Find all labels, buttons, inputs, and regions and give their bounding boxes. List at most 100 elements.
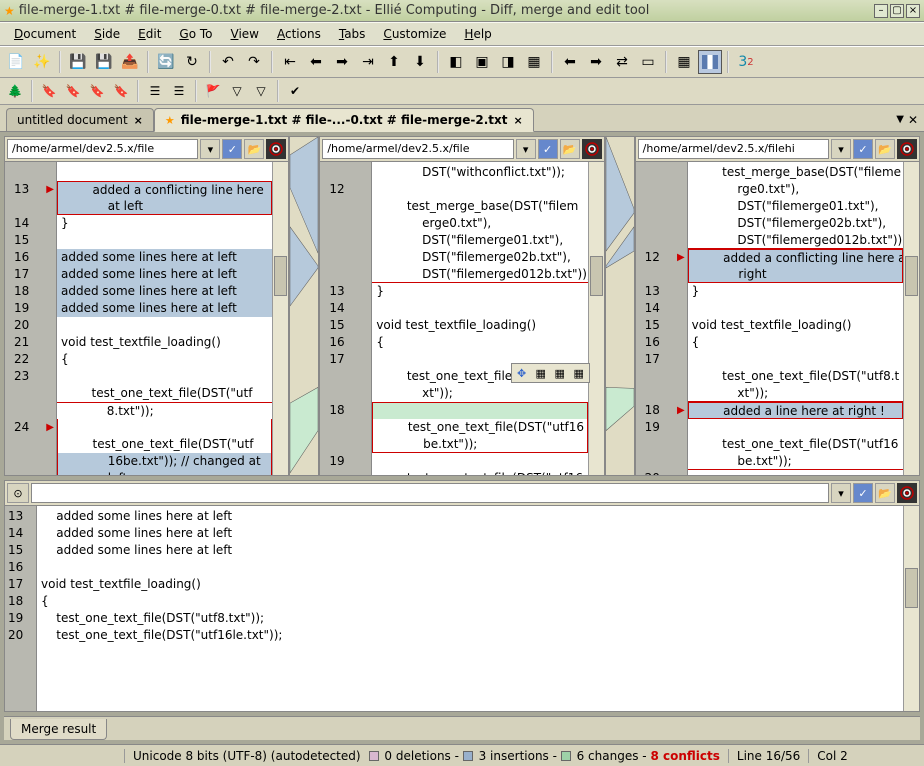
- code-line[interactable]: test_one_text_file(DST("utf16le.txt"));: [37, 627, 903, 644]
- code-line[interactable]: void test_textfile_loading(): [688, 317, 903, 334]
- code-line[interactable]: test_one_text_file(DST("utf16: [688, 436, 903, 453]
- target-icon[interactable]: [897, 483, 917, 503]
- code-line[interactable]: added a conflicting line here: [57, 181, 272, 198]
- target-icon[interactable]: [266, 139, 286, 159]
- open-folder-icon[interactable]: 📂: [875, 139, 895, 159]
- new-doc-icon[interactable]: 📄: [4, 50, 28, 74]
- merge-mid-icon[interactable]: ▣: [470, 50, 494, 74]
- code-line[interactable]: xt"));: [372, 385, 587, 402]
- scrollbar-thumb[interactable]: [274, 256, 287, 296]
- vertical-scrollbar[interactable]: [588, 162, 604, 475]
- code-line[interactable]: be.txt"));: [688, 453, 903, 470]
- diff-down-icon[interactable]: ⬇: [408, 50, 432, 74]
- tab-merge-result[interactable]: Merge result: [10, 719, 107, 740]
- code-line[interactable]: be.txt"));: [372, 436, 587, 453]
- diff-prev-icon[interactable]: ⬅: [304, 50, 328, 74]
- code-line[interactable]: DST("filemerge01.txt"),: [372, 232, 587, 249]
- left-path-input[interactable]: /home/armel/dev2.5.x/file: [7, 139, 198, 159]
- code-line[interactable]: added some lines here at left: [57, 283, 272, 300]
- three-two-icon[interactable]: 32: [734, 50, 758, 74]
- code-line[interactable]: rge0.txt"),: [688, 181, 903, 198]
- tab-close-icon[interactable]: ×: [134, 114, 143, 127]
- code-line[interactable]: test_merge_base(DST("fileme: [688, 164, 903, 181]
- code-line[interactable]: }: [688, 283, 903, 300]
- dropdown-icon[interactable]: ▾: [516, 139, 536, 159]
- code-line[interactable]: added some lines here at left: [57, 266, 272, 283]
- tabs-close-all-icon[interactable]: ✕: [908, 113, 918, 127]
- merge-left-icon[interactable]: ◧: [444, 50, 468, 74]
- open-folder-icon[interactable]: 📂: [875, 483, 895, 503]
- diff-up-icon[interactable]: ⬆: [382, 50, 406, 74]
- right-path-input[interactable]: /home/armel/dev2.5.x/filehi: [638, 139, 829, 159]
- vertical-scrollbar[interactable]: [272, 162, 288, 475]
- code-line[interactable]: [688, 419, 903, 436]
- code-line[interactable]: DST("filemerge01.txt"),: [688, 198, 903, 215]
- sync-icon[interactable]: ⇄: [610, 50, 634, 74]
- code-line[interactable]: {: [372, 334, 587, 351]
- mid-code-area[interactable]: 1213141516171819 DST("withconflict.txt")…: [320, 162, 603, 475]
- diff-last-icon[interactable]: ⇥: [356, 50, 380, 74]
- minimize-button[interactable]: –: [874, 4, 888, 18]
- code-line[interactable]: [57, 368, 272, 385]
- code-line[interactable]: at left: [57, 198, 272, 215]
- columns-icon[interactable]: [698, 50, 722, 74]
- dropdown-icon[interactable]: ▾: [831, 483, 851, 503]
- dropdown-icon[interactable]: ▾: [831, 139, 851, 159]
- code-line[interactable]: void test_textfile_loading(): [57, 334, 272, 351]
- code-line[interactable]: [37, 559, 903, 576]
- vertical-scrollbar[interactable]: [903, 506, 919, 711]
- menu-actions[interactable]: Actions: [269, 25, 329, 43]
- code-line[interactable]: DST("filemerge02b.txt"),: [372, 249, 587, 266]
- open-folder-icon[interactable]: 📂: [244, 139, 264, 159]
- menu-view[interactable]: View: [223, 25, 267, 43]
- maximize-button[interactable]: ▢: [890, 4, 904, 18]
- code-line[interactable]: xt"));: [688, 385, 903, 402]
- copy-left-icon[interactable]: ⬅: [558, 50, 582, 74]
- accept-icon[interactable]: ✓: [853, 483, 873, 503]
- vertical-scrollbar[interactable]: [903, 162, 919, 475]
- bookmark-a-icon[interactable]: 🔖: [38, 81, 60, 101]
- tab-untitled[interactable]: untitled document ×: [6, 108, 154, 131]
- accept-icon[interactable]: ✓: [538, 139, 558, 159]
- open-folder-icon[interactable]: 📂: [560, 139, 580, 159]
- code-line[interactable]: void test_textfile_loading(): [37, 576, 903, 593]
- code-body[interactable]: DST("withconflict.txt")); test_merge_bas…: [372, 162, 587, 475]
- code-line[interactable]: added some lines here at left: [57, 300, 272, 317]
- code-line[interactable]: {: [37, 593, 903, 610]
- tree-icon[interactable]: 🌲: [4, 81, 26, 101]
- export-icon[interactable]: 📤: [118, 50, 142, 74]
- code-line[interactable]: added some lines here at left: [37, 525, 903, 542]
- menu-help[interactable]: Help: [456, 25, 499, 43]
- tabs-dropdown-icon[interactable]: ▼: [896, 114, 904, 125]
- menu-goto[interactable]: Go To: [171, 25, 220, 43]
- grid-icon[interactable]: ▦: [672, 50, 696, 74]
- menu-customize[interactable]: Customize: [375, 25, 454, 43]
- redo-icon[interactable]: ↷: [242, 50, 266, 74]
- copy-right-icon[interactable]: ➡: [584, 50, 608, 74]
- mid-path-input[interactable]: /home/armel/dev2.5.x/file: [322, 139, 513, 159]
- flag-icon[interactable]: 🚩: [202, 81, 224, 101]
- code-line[interactable]: [57, 232, 272, 249]
- code-line[interactable]: [372, 453, 587, 470]
- close-button[interactable]: ×: [906, 4, 920, 18]
- code-line[interactable]: added some lines here at left: [57, 249, 272, 266]
- tab-file-merge[interactable]: ★ file-merge-1.txt # file-...-0.txt # fi…: [154, 108, 534, 132]
- code-line[interactable]: DST("filemerged012b.txt"));: [372, 266, 587, 283]
- move-cursor-icon[interactable]: ✥: [513, 365, 531, 381]
- refresh-icon[interactable]: 🔄: [154, 50, 178, 74]
- clear-filter-icon[interactable]: ▽: [250, 81, 272, 101]
- code-body[interactable]: added a conflicting line here at left}ad…: [57, 162, 272, 475]
- menu-side[interactable]: Side: [86, 25, 128, 43]
- block-icon[interactable]: ▭: [636, 50, 660, 74]
- diff-first-icon[interactable]: ⇤: [278, 50, 302, 74]
- scrollbar-thumb[interactable]: [905, 568, 918, 608]
- code-line[interactable]: erge0.txt"),: [372, 215, 587, 232]
- list-b-icon[interactable]: ☰: [168, 81, 190, 101]
- code-line[interactable]: DST("filemerged012b.txt"));: [688, 232, 903, 249]
- code-line[interactable]: {: [57, 351, 272, 368]
- merge-action-a-icon[interactable]: ▦: [532, 365, 550, 381]
- menu-document[interactable]: Document: [6, 25, 84, 43]
- code-body[interactable]: added some lines here at left added some…: [37, 506, 903, 711]
- target-icon[interactable]: [897, 139, 917, 159]
- code-line[interactable]: added some lines here at left: [37, 542, 903, 559]
